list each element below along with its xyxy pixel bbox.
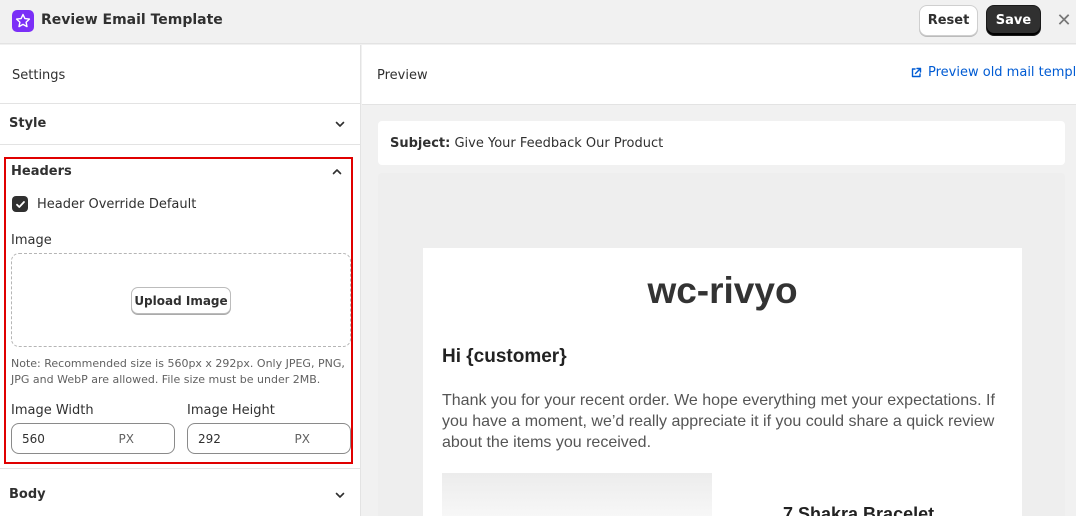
mail-body: wc-rivyo Hi {customer} Thank you for you…: [423, 248, 1022, 516]
preview-old-mail-label: Preview old mail template: [928, 65, 1076, 80]
image-note: Note: Recommended size is 560px x 292px.…: [11, 357, 345, 386]
close-icon[interactable]: ✕: [1055, 11, 1073, 29]
mail-message: Thank you for your recent order. We hope…: [442, 392, 995, 451]
settings-title: Settings: [0, 45, 360, 104]
section-body-label: Body: [9, 487, 46, 502]
chevron-down-icon: [335, 492, 345, 498]
header-override-label: Header Override Default: [37, 197, 197, 212]
save-button[interactable]: Save: [986, 5, 1041, 36]
section-style-label: Style: [9, 116, 47, 131]
headers-section: Headers Header Override Default Image Up…: [4, 157, 353, 464]
top-bar: Review Email Template Reset Save ✕: [0, 0, 1076, 44]
mail-brand: wc-rivyo: [647, 270, 798, 311]
app-logo-icon: [12, 10, 34, 32]
chevron-down-icon: [335, 121, 345, 127]
section-style[interactable]: Style: [0, 104, 360, 145]
external-link-icon: [911, 67, 922, 77]
image-label: Image: [11, 233, 52, 248]
subject-value: Give Your Feedback Our Product: [454, 136, 664, 151]
product-name: 7 Shakra Bracelet: [783, 504, 935, 516]
image-height-value: 292: [198, 432, 221, 446]
mail-preview: wc-rivyo Hi {customer} Thank you for you…: [378, 173, 1065, 516]
settings-panel: Settings Style Headers Header Override D…: [0, 45, 361, 516]
image-width-label: Image Width: [11, 403, 94, 418]
image-height-input[interactable]: 292 PX: [187, 423, 351, 454]
page-title: Review Email Template: [41, 12, 223, 28]
mail-greeting: Hi {customer}: [442, 346, 567, 367]
preview-header: Preview Preview old mail template: [362, 45, 1076, 105]
chevron-up-icon[interactable]: [331, 166, 343, 178]
header-override-checkbox[interactable]: [12, 196, 28, 212]
subject-card: Subject: Give Your Feedback Our Product: [378, 121, 1065, 165]
section-body[interactable]: Body: [0, 468, 360, 516]
preview-panel: Preview Preview old mail template Subjec…: [362, 45, 1076, 516]
section-headers-label[interactable]: Headers: [11, 164, 72, 179]
image-height-label: Image Height: [187, 403, 275, 418]
image-height-unit: PX: [294, 432, 310, 446]
subject-label: Subject:: [390, 136, 451, 151]
image-width-unit: PX: [118, 432, 134, 446]
image-width-input[interactable]: 560 PX: [11, 423, 175, 454]
image-width-value: 560: [22, 432, 45, 446]
image-dropzone[interactable]: Upload Image: [11, 253, 351, 347]
reset-button[interactable]: Reset: [919, 5, 978, 36]
product-image: [442, 473, 712, 516]
preview-title: Preview: [377, 68, 428, 83]
check-icon: [15, 200, 25, 208]
upload-image-button[interactable]: Upload Image: [131, 287, 231, 314]
preview-old-mail-link[interactable]: Preview old mail template: [910, 65, 1076, 80]
